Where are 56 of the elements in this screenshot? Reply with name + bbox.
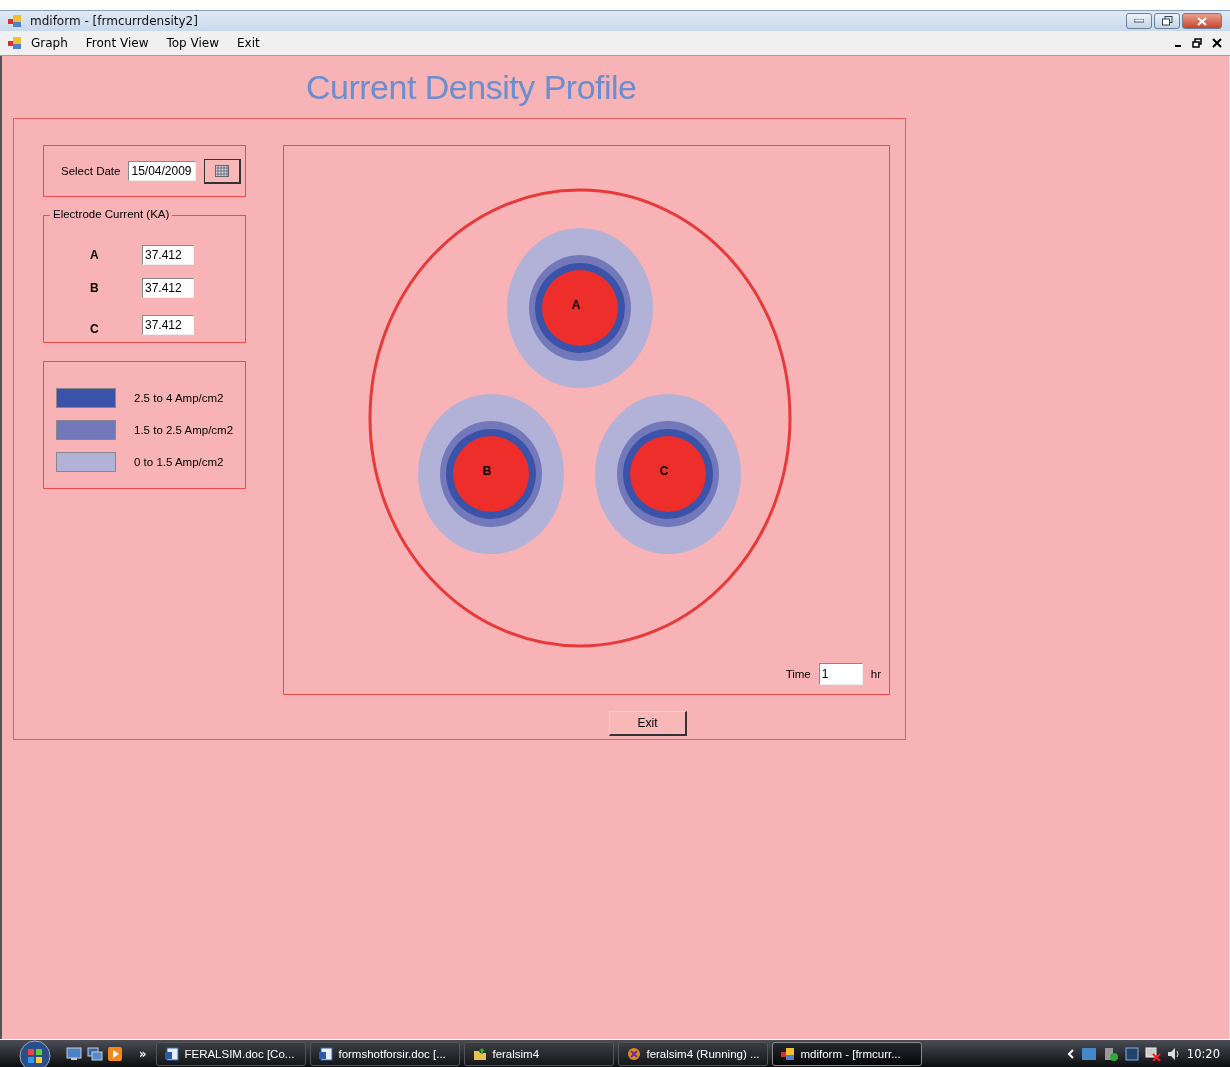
date-field[interactable]: 15/04/2009 xyxy=(128,161,197,181)
electrode-label: A xyxy=(90,247,100,262)
monitor-icon[interactable] xyxy=(1124,1046,1139,1061)
group-title: Electrode Current (KA) xyxy=(50,208,173,220)
exit-button[interactable]: Exit xyxy=(609,711,687,736)
menu-item[interactable]: Graph xyxy=(22,36,77,50)
taskbar-button[interactable]: FERALSIM.doc [Co... xyxy=(156,1041,307,1066)
close-icon xyxy=(1197,16,1207,26)
restore-icon xyxy=(1161,16,1173,26)
taskbar-button[interactable]: feralsim4 xyxy=(464,1041,615,1066)
calendar-button[interactable] xyxy=(204,158,242,184)
time-label: Time xyxy=(785,668,811,680)
unit-label: hr xyxy=(870,668,881,680)
clock: 10:20 xyxy=(1186,1046,1220,1061)
taskbar-button[interactable]: feralsim4 (Running) ... xyxy=(618,1041,769,1066)
windows-icon[interactable] xyxy=(87,1046,103,1061)
current-field[interactable]: 37.412 xyxy=(142,314,194,335)
minimize-button[interactable] xyxy=(1126,13,1152,29)
desktop-icon[interactable] xyxy=(66,1046,82,1061)
volume-icon[interactable] xyxy=(1166,1046,1181,1061)
taskbar-button[interactable]: mdiform - [frmcurr... xyxy=(772,1041,923,1066)
electrode-label: C xyxy=(90,321,100,336)
restore-icon[interactable] xyxy=(1192,38,1202,48)
app-icon xyxy=(8,15,22,27)
legend-label: 2.5 to 4 Amp/cm2 xyxy=(134,392,224,404)
menu-item[interactable]: Front View xyxy=(76,36,158,50)
electrode-label: C xyxy=(659,464,669,478)
form-title: Current Density Profile xyxy=(306,68,637,106)
folder-icon xyxy=(473,1046,488,1061)
electrode-label: B xyxy=(90,280,100,295)
restore-button[interactable] xyxy=(1154,13,1180,29)
start-button[interactable] xyxy=(16,1040,54,1067)
calendar-icon xyxy=(215,164,230,177)
menu-item[interactable]: Top View xyxy=(157,36,228,50)
time-field[interactable]: 1 xyxy=(818,663,863,685)
date-label: Select Date xyxy=(61,165,121,177)
taskbar-button[interactable]: formshotforsir.doc [... xyxy=(310,1041,461,1066)
app-icon xyxy=(781,1047,796,1060)
current-field[interactable]: 37.412 xyxy=(142,277,194,298)
window-title: mdiform - [frmcurrdensity2] xyxy=(30,14,198,28)
close-icon[interactable] xyxy=(1212,38,1222,48)
document-icon xyxy=(165,1046,180,1061)
more-button[interactable]: » xyxy=(139,1046,147,1061)
legend-label: 0 to 1.5 Amp/cm2 xyxy=(134,456,224,468)
minimize-icon xyxy=(1134,19,1144,23)
current-field[interactable]: 37.412 xyxy=(142,244,194,265)
legend-label: 1.5 to 2.5 Amp/cm2 xyxy=(134,424,234,436)
media-player-icon[interactable] xyxy=(108,1046,122,1061)
close-button[interactable] xyxy=(1182,13,1222,29)
chevron-icon[interactable] xyxy=(1066,1048,1075,1059)
disconnected-network-icon[interactable] xyxy=(1144,1046,1161,1061)
document-icon xyxy=(319,1046,334,1061)
electrode-label: B xyxy=(482,464,492,478)
electrode-label: A xyxy=(571,298,581,312)
form-icon xyxy=(8,37,22,49)
menu-item[interactable]: Exit xyxy=(228,36,269,50)
